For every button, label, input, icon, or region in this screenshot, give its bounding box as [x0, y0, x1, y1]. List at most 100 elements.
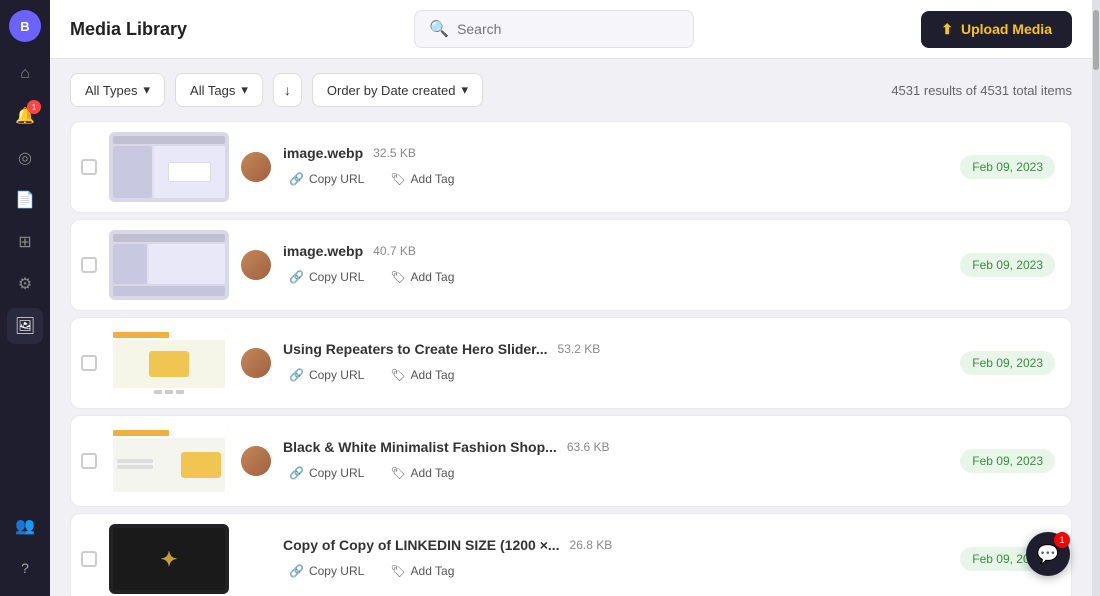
sidebar-item-integrations[interactable]: ⚙ [7, 266, 43, 302]
media-date: Feb 09, 2023 [960, 155, 1055, 179]
media-actions: 🔗 Copy URL 🏷 Add Tag [283, 561, 948, 581]
media-date: Feb 09, 2023 [960, 253, 1055, 277]
pages-icon: 📄 [15, 190, 35, 210]
upload-icon: ⬆ [941, 21, 953, 38]
analytics-icon: ◎ [18, 148, 32, 168]
copy-url-button[interactable]: 🔗 Copy URL [283, 169, 370, 189]
sidebar-item-home[interactable]: ⌂ [7, 56, 43, 92]
add-tag-button[interactable]: 🏷 Add Tag [384, 169, 460, 189]
copy-url-button[interactable]: 🔗 Copy URL [283, 365, 370, 385]
add-tag-button[interactable]: 🏷 Add Tag [384, 561, 460, 581]
home-icon: ⌂ [20, 65, 30, 83]
avatar [241, 152, 271, 182]
scrollbar-track[interactable] [1092, 0, 1100, 596]
add-tag-button[interactable]: 🏷 Add Tag [384, 365, 460, 385]
search-bar[interactable]: 🔍 [414, 10, 694, 48]
sidebar-item-team[interactable]: 👥 [7, 508, 43, 544]
media-info: Copy of Copy of LINKEDIN SIZE (1200 ×...… [283, 537, 948, 581]
media-size: 32.5 KB [373, 146, 416, 160]
media-actions: 🔗 Copy URL 🏷 Add Tag [283, 169, 948, 189]
chat-bubble-button[interactable]: 💬 1 [1026, 532, 1070, 576]
all-tags-filter[interactable]: All Tags ▾ [175, 73, 263, 107]
media-info: Using Repeaters to Create Hero Slider...… [283, 341, 948, 385]
link-icon: 🔗 [289, 564, 304, 578]
table-row: Using Repeaters to Create Hero Slider...… [70, 317, 1072, 409]
table-row: image.webp 40.7 KB 🔗 Copy URL 🏷 Add Tag … [70, 219, 1072, 311]
chevron-down-icon: ▾ [462, 82, 469, 98]
media-size: 26.8 KB [570, 538, 613, 552]
chevron-down-icon: ▾ [144, 82, 151, 98]
item-checkbox[interactable] [81, 551, 97, 567]
grid-icon: ⊞ [18, 232, 31, 252]
item-checkbox[interactable] [81, 159, 97, 175]
media-icon: 🖼 [15, 316, 35, 336]
sidebar-item-pages[interactable]: 📄 [7, 182, 43, 218]
chevron-down-icon: ▾ [241, 82, 248, 98]
sidebar-item-analytics[interactable]: ◎ [7, 140, 43, 176]
sidebar-item-grid[interactable]: ⊞ [7, 224, 43, 260]
media-actions: 🔗 Copy URL 🏷 Add Tag [283, 463, 948, 483]
page-title: Media Library [70, 19, 187, 40]
item-checkbox[interactable] [81, 257, 97, 273]
table-row: ✦ Copy of Copy of LINKEDIN SIZE (1200 ×.… [70, 513, 1072, 596]
link-icon: 🔗 [289, 270, 304, 284]
media-name: image.webp [283, 243, 363, 259]
add-tag-button[interactable]: 🏷 Add Tag [384, 463, 460, 483]
sidebar-item-help[interactable]: ? [7, 550, 43, 586]
search-icon: 🔍 [429, 19, 449, 39]
media-thumbnail [109, 426, 229, 496]
media-info: image.webp 32.5 KB 🔗 Copy URL 🏷 Add Tag [283, 145, 948, 189]
media-name: Copy of Copy of LINKEDIN SIZE (1200 ×... [283, 537, 560, 553]
table-row: Black & White Minimalist Fashion Shop...… [70, 415, 1072, 507]
media-size: 63.6 KB [567, 440, 610, 454]
avatar [241, 446, 271, 476]
avatar [241, 348, 271, 378]
all-types-filter[interactable]: All Types ▾ [70, 73, 165, 107]
add-tag-button[interactable]: 🏷 Add Tag [384, 267, 460, 287]
sidebar-item-media[interactable]: 🖼 [7, 308, 43, 344]
main-content: Media Library 🔍 ⬆ Upload Media All Types… [50, 0, 1092, 596]
link-icon: 🔗 [289, 172, 304, 186]
media-thumbnail [109, 328, 229, 398]
media-thumbnail [109, 132, 229, 202]
media-thumbnail: ✦ [109, 524, 229, 594]
copy-url-button[interactable]: 🔗 Copy URL [283, 463, 370, 483]
media-info: image.webp 40.7 KB 🔗 Copy URL 🏷 Add Tag [283, 243, 948, 287]
tag-icon: 🏷 [390, 172, 405, 186]
media-actions: 🔗 Copy URL 🏷 Add Tag [283, 267, 948, 287]
media-date: Feb 09, 2023 [960, 351, 1055, 375]
item-checkbox[interactable] [81, 355, 97, 371]
chat-badge: 1 [1054, 532, 1070, 548]
team-icon: 👥 [15, 516, 35, 536]
sort-arrow-icon: ↓ [284, 82, 291, 98]
copy-url-button[interactable]: 🔗 Copy URL [283, 561, 370, 581]
table-row: image.webp 32.5 KB 🔗 Copy URL 🏷 Add Tag … [70, 121, 1072, 213]
notifications-badge: 1 [27, 100, 41, 114]
media-name: image.webp [283, 145, 363, 161]
upload-media-button[interactable]: ⬆ Upload Media [921, 11, 1072, 48]
tag-icon: 🏷 [390, 270, 405, 284]
media-size: 53.2 KB [558, 342, 601, 356]
media-name: Using Repeaters to Create Hero Slider... [283, 341, 548, 357]
media-info: Black & White Minimalist Fashion Shop...… [283, 439, 948, 483]
item-checkbox[interactable] [81, 453, 97, 469]
sidebar-logo[interactable]: B [9, 10, 41, 42]
link-icon: 🔗 [289, 466, 304, 480]
integrations-icon: ⚙ [18, 274, 32, 294]
copy-url-button[interactable]: 🔗 Copy URL [283, 267, 370, 287]
avatar [241, 250, 271, 280]
scrollbar-thumb[interactable] [1093, 10, 1099, 70]
chat-icon: 💬 [1037, 544, 1059, 565]
tag-icon: 🏷 [390, 466, 405, 480]
media-size: 40.7 KB [373, 244, 416, 258]
media-list: image.webp 32.5 KB 🔗 Copy URL 🏷 Add Tag … [50, 121, 1092, 596]
order-by-filter[interactable]: Order by Date created ▾ [312, 73, 483, 107]
filters-bar: All Types ▾ All Tags ▾ ↓ Order by Date c… [50, 59, 1092, 121]
media-actions: 🔗 Copy URL 🏷 Add Tag [283, 365, 948, 385]
sidebar-item-notifications[interactable]: 🔔 1 [7, 98, 43, 134]
tag-icon: 🏷 [390, 368, 405, 382]
search-input[interactable] [457, 21, 679, 37]
sidebar: B ⌂ 🔔 1 ◎ 📄 ⊞ ⚙ 🖼 👥 ? [0, 0, 50, 596]
help-icon: ? [21, 560, 29, 576]
sort-direction-button[interactable]: ↓ [273, 73, 302, 107]
